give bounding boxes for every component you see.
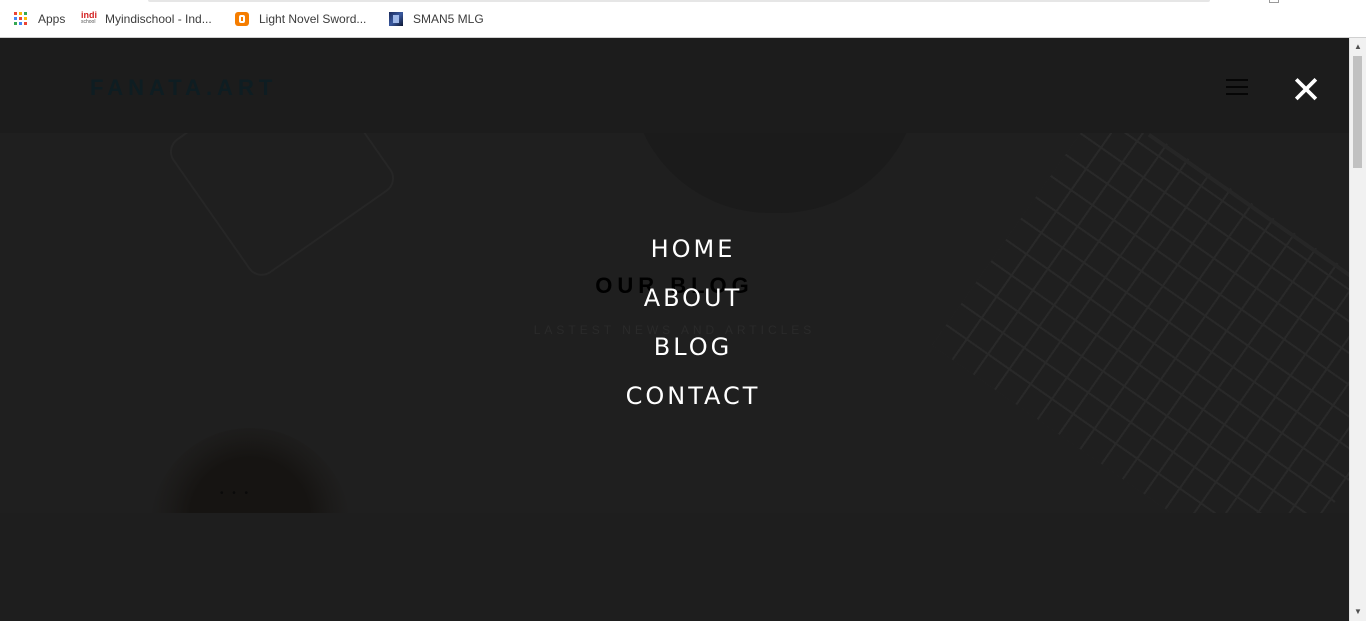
menu-item-about[interactable]: ABOUT [0,283,1349,313]
scroll-thumb[interactable] [1353,56,1362,168]
page-viewport: FANATA.ART ✕ • • • OUR BLOG LASTEST NEWS… [0,38,1349,621]
menu-item-blog[interactable]: BLOG [0,332,1349,362]
indischool-favicon: indi school [81,10,97,26]
apps-grid-dot [14,22,17,25]
bookmark-label: Light Novel Sword... [259,12,367,26]
apps-grid-icon [14,12,28,26]
apps-grid-dot [19,17,22,20]
apps-grid-dot [14,17,17,20]
apps-grid-dot [19,12,22,15]
menu-item-home[interactable]: HOME [0,234,1349,264]
bookmark-sman5[interactable]: SMAN5 MLG [389,10,484,28]
menu-overlay: HOME ABOUT BLOG CONTACT [0,38,1349,621]
bookmark-apps[interactable]: Apps [14,10,65,28]
apps-grid-dot [24,12,27,15]
window-control-icon [1269,0,1279,3]
blogger-favicon [235,12,249,26]
vertical-scrollbar[interactable]: ▲ ▼ [1349,38,1366,621]
bookmarks-bar: Apps indi school Myindischool - Ind... Li… [0,0,1366,38]
apps-grid-dot [19,22,22,25]
bookmark-label: Myindischool - Ind... [105,12,212,26]
apps-grid-dot [24,22,27,25]
scroll-down-arrow-icon[interactable]: ▼ [1350,605,1366,619]
menu-item-contact[interactable]: CONTACT [0,381,1349,411]
bookmark-light-novel[interactable]: Light Novel Sword... [235,10,366,28]
scroll-up-arrow-icon[interactable]: ▲ [1350,40,1366,54]
bookmark-label: SMAN5 MLG [413,12,484,26]
bookmark-myindischool[interactable]: indi school Myindischool - Ind... [81,10,212,28]
sman5-favicon [389,12,403,26]
apps-grid-dot [14,12,17,15]
bookmark-label: Apps [38,12,66,26]
address-bar-edge [148,0,1210,2]
apps-grid-dot [24,17,27,20]
